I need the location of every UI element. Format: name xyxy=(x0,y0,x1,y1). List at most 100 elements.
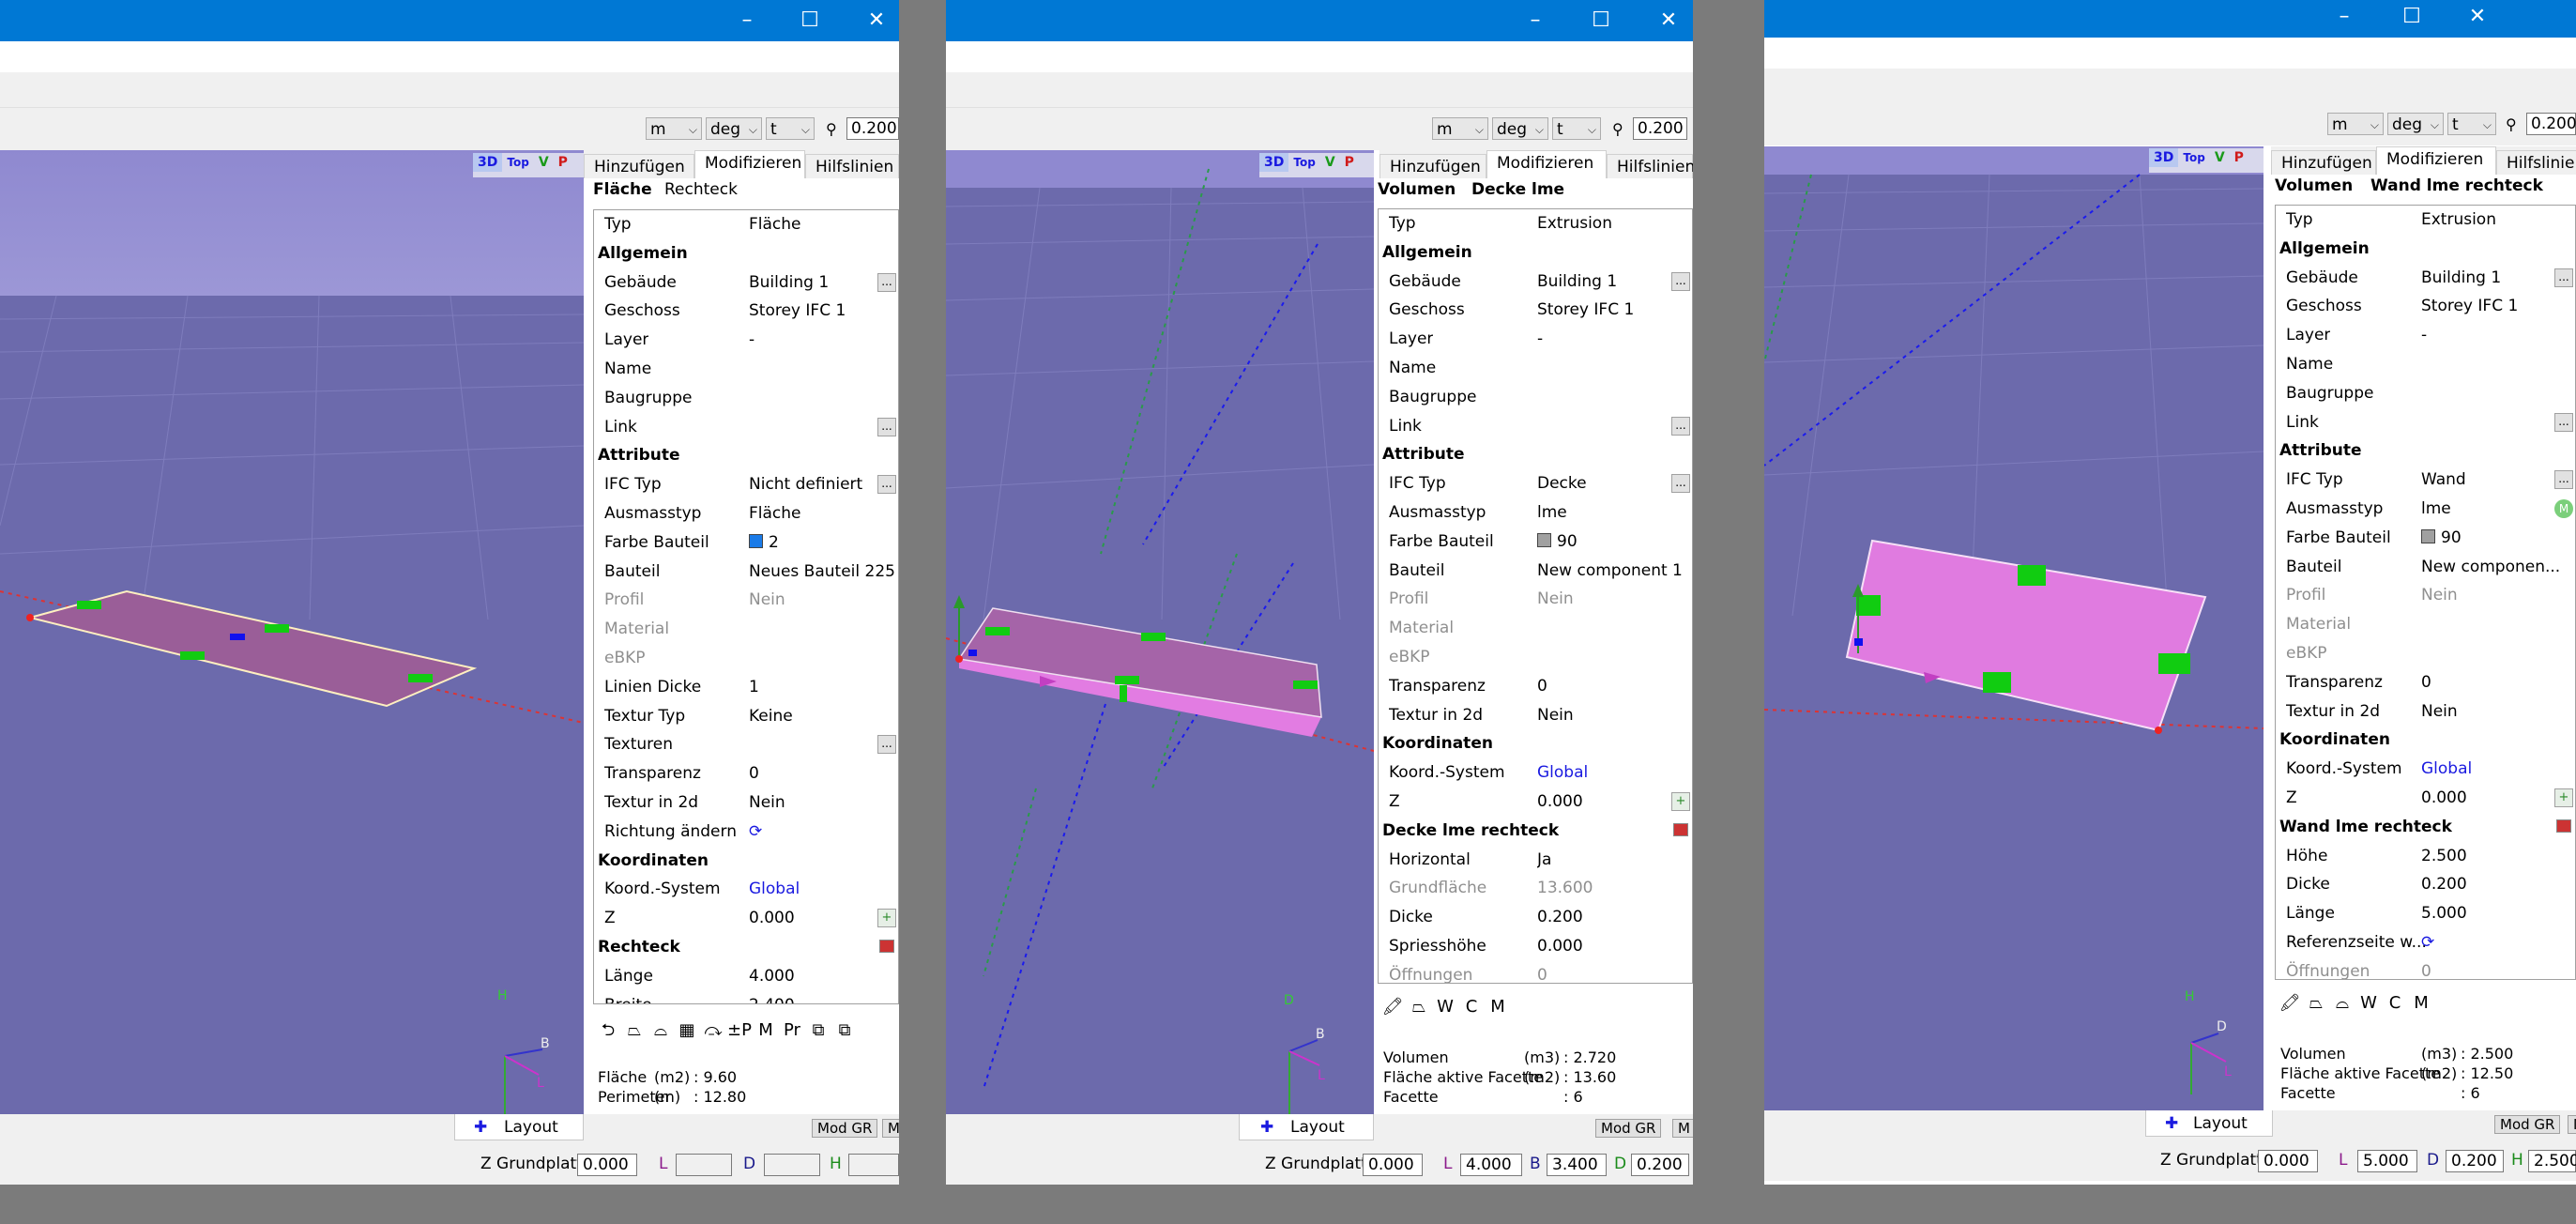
property-row[interactable]: Farbe Bauteil 90 xyxy=(2276,526,2575,551)
property-row[interactable]: Name xyxy=(2276,352,2575,377)
ellipsis-button[interactable]: ... xyxy=(1671,271,1690,291)
tool-icon[interactable]: M xyxy=(2408,993,2434,1013)
property-row[interactable]: Bauteil Neues Bauteil 225 xyxy=(594,559,898,585)
property-row[interactable]: Profil Nein xyxy=(594,588,898,613)
property-row[interactable]: eBKP xyxy=(594,646,898,671)
property-row[interactable]: Transparenz 0 xyxy=(1379,674,1692,699)
mod-m-button[interactable]: M xyxy=(2568,1115,2576,1134)
tool-icon[interactable]: W xyxy=(2355,993,2382,1013)
view-top-button[interactable]: Top xyxy=(1288,154,1319,171)
add-button[interactable]: + xyxy=(2554,788,2573,807)
handle[interactable] xyxy=(2158,653,2190,674)
property-row[interactable]: Z 0.000 + xyxy=(2276,786,2575,811)
view-v-button[interactable]: V xyxy=(534,153,554,172)
property-row[interactable]: Farbe Bauteil 2 xyxy=(594,530,898,556)
ellipsis-button[interactable]: ... xyxy=(2554,470,2573,490)
property-row[interactable]: Material xyxy=(594,617,898,642)
tool-icon[interactable]: ⏢ xyxy=(1406,997,1432,1017)
property-row[interactable]: IFC Typ Wand... xyxy=(2276,467,2575,493)
tool-icon[interactable]: Pr xyxy=(779,1020,805,1040)
layout-tab[interactable]: ✚ Layout xyxy=(454,1114,584,1140)
close-icon[interactable]: ✕ xyxy=(2461,0,2494,34)
property-row[interactable]: Horizontal Ja xyxy=(1379,848,1692,873)
view-top-button[interactable]: Top xyxy=(502,154,533,171)
tab-hinzufuegen[interactable]: Hinzufügen xyxy=(2271,150,2376,175)
tab-hilfslinien[interactable]: Hilfslinien xyxy=(1607,154,1693,178)
property-row[interactable]: Textur in 2d Nein xyxy=(1379,703,1692,728)
property-row[interactable]: Richtung ändern ⟳ xyxy=(594,819,898,845)
minimize-icon[interactable]: – xyxy=(730,4,764,38)
angle-unit-select[interactable]: deg ⌵ xyxy=(1492,117,1548,140)
property-row[interactable]: Ausmasstyp lme M xyxy=(2276,497,2575,522)
status-input-1[interactable] xyxy=(676,1154,732,1176)
tab-hilfslinien[interactable]: Hilfslinien xyxy=(805,154,899,178)
handle[interactable] xyxy=(1141,633,1166,641)
property-row[interactable]: Layer - xyxy=(1379,327,1692,352)
property-row[interactable]: eBKP xyxy=(1379,645,1692,670)
property-row[interactable]: Z 0.000 + xyxy=(594,906,898,931)
property-row[interactable]: Layer - xyxy=(2276,323,2575,348)
property-row[interactable]: Baugruppe xyxy=(594,386,898,411)
view-v-button[interactable]: V xyxy=(2210,148,2230,167)
3d-viewport[interactable]: D B L xyxy=(946,150,1374,1114)
length-unit-select[interactable]: m ⌵ xyxy=(646,117,702,140)
z-grundplatte-input[interactable]: 0.000 xyxy=(1363,1154,1423,1176)
tool-icon[interactable]: ⌓ xyxy=(2329,993,2355,1013)
3d-viewport[interactable]: H D L xyxy=(1764,146,2264,1111)
property-row[interactable]: Geschoss Storey IFC 1 xyxy=(594,298,898,324)
handle[interactable] xyxy=(1983,672,2011,693)
view-3d-button[interactable]: 3D xyxy=(2149,148,2179,167)
mod-m-button[interactable]: M xyxy=(1672,1119,1693,1138)
property-row[interactable]: Typ Extrusion xyxy=(1379,211,1692,237)
tab-modifizieren[interactable]: Modifizieren xyxy=(1486,150,1607,178)
material-badge-icon[interactable]: M xyxy=(2554,499,2573,518)
ellipsis-button[interactable]: ... xyxy=(1671,474,1690,494)
z-grundplatte-input[interactable]: 0.000 xyxy=(577,1154,637,1176)
ellipsis-button[interactable]: ... xyxy=(877,735,896,755)
maximize-icon[interactable]: ☐ xyxy=(1584,4,1618,38)
minimize-icon[interactable]: – xyxy=(2327,0,2361,34)
property-row[interactable]: Höhe 2.500 xyxy=(2276,844,2575,869)
property-row[interactable]: Textur Typ Keine xyxy=(594,704,898,729)
property-row[interactable]: Geschoss Storey IFC 1 xyxy=(1379,298,1692,323)
property-row[interactable]: Länge 5.000 xyxy=(2276,901,2575,926)
tool-icon[interactable]: ⮌ xyxy=(595,1018,621,1047)
property-row[interactable]: Link... xyxy=(594,415,898,440)
snap-value-input[interactable]: 0.200 xyxy=(2526,113,2576,135)
property-row[interactable]: Link... xyxy=(2276,410,2575,436)
length-unit-select[interactable]: m ⌵ xyxy=(2327,113,2384,135)
property-row[interactable]: Spriesshöhe 0.000 xyxy=(1379,934,1692,959)
color-swatch[interactable] xyxy=(749,533,763,548)
property-row[interactable]: Baugruppe xyxy=(2276,381,2575,406)
close-icon[interactable]: ✕ xyxy=(860,4,893,38)
tool-icon[interactable]: ⏢ xyxy=(2303,993,2329,1013)
length-unit-select[interactable]: m ⌵ xyxy=(1432,117,1488,140)
center-handle[interactable] xyxy=(230,634,245,640)
property-row[interactable]: Link... xyxy=(1379,414,1692,439)
property-row[interactable]: Textur in 2d Nein xyxy=(594,790,898,816)
property-row[interactable]: Profil Nein xyxy=(1379,587,1692,612)
property-row[interactable]: Ausmasstyp Fläche xyxy=(594,501,898,527)
tab-modifizieren[interactable]: Modifizieren xyxy=(694,150,805,178)
mod-m-button[interactable]: M xyxy=(882,1119,899,1138)
tab-hilfslinien[interactable]: Hilfslinien xyxy=(2496,150,2576,175)
tool-icon[interactable]: ±P xyxy=(726,1020,753,1040)
property-row[interactable]: eBKP xyxy=(2276,641,2575,666)
close-icon[interactable]: ✕ xyxy=(1652,4,1685,38)
maximize-icon[interactable]: ☐ xyxy=(793,4,827,38)
copy-icon[interactable] xyxy=(879,940,894,953)
tool-icon[interactable]: ⧉ xyxy=(805,1020,831,1040)
status-input-3[interactable] xyxy=(848,1154,899,1176)
property-row[interactable]: Gebäude Building 1... xyxy=(594,270,898,296)
layout-tab[interactable]: ✚ Layout xyxy=(2145,1110,2273,1137)
mod-gr-button[interactable]: Mod GR xyxy=(2494,1115,2561,1134)
status-input-3[interactable]: 2.500 xyxy=(2528,1150,2576,1172)
weight-unit-select[interactable]: t ⌵ xyxy=(1552,117,1601,140)
handle[interactable] xyxy=(985,627,1010,635)
handle[interactable] xyxy=(2018,565,2046,586)
tool-icon[interactable]: ⌓ xyxy=(648,1020,674,1040)
property-row[interactable]: Koord.-System Global xyxy=(1379,760,1692,786)
tool-icon[interactable]: 🖍 xyxy=(2277,993,2303,1013)
property-row[interactable]: Geschoss Storey IFC 1 xyxy=(2276,294,2575,319)
copy-icon[interactable] xyxy=(1673,822,1688,836)
